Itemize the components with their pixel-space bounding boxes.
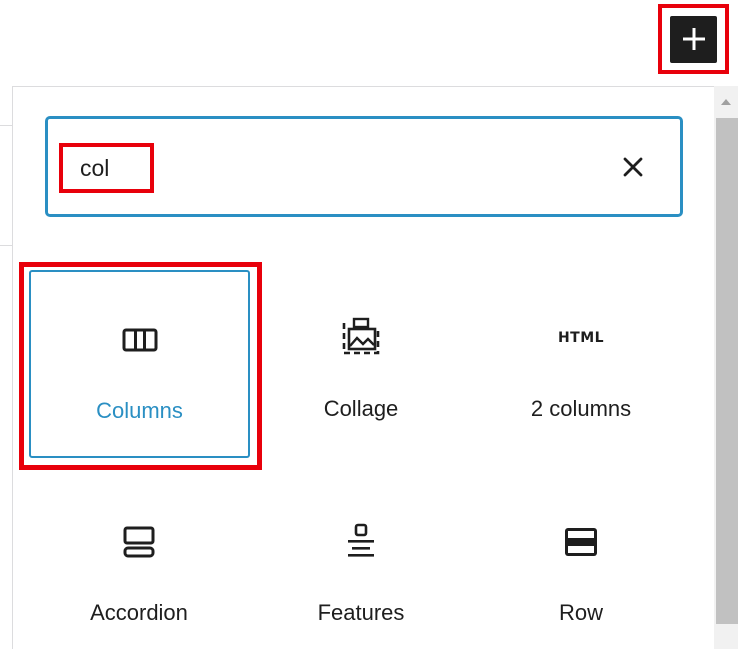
clear-search-button[interactable]: [616, 150, 650, 184]
add-block-button[interactable]: [670, 15, 717, 63]
scroll-up-arrow-icon[interactable]: [714, 92, 738, 112]
block-label: 2 columns: [530, 396, 632, 421]
block-label: Accordion: [90, 600, 188, 625]
close-icon: [623, 157, 643, 177]
search-text-highlight: [59, 143, 154, 193]
accordion-icon: [116, 519, 162, 565]
row-icon: [558, 519, 604, 565]
editor-divider: [0, 125, 12, 126]
block-accordion[interactable]: Accordion: [29, 474, 249, 660]
columns-highlight: [19, 262, 262, 470]
block-label: Features: [317, 600, 405, 625]
plus-icon: [682, 28, 705, 50]
editor-divider: [0, 245, 12, 246]
block-collage[interactable]: Collage: [251, 270, 471, 456]
html-icon: HTML: [557, 330, 605, 346]
block-label: Collage: [323, 396, 399, 421]
collage-icon: [338, 315, 384, 361]
block-label: Row: [558, 600, 603, 625]
block-row[interactable]: Row: [471, 474, 691, 660]
add-block-highlight: [658, 4, 729, 74]
block-features[interactable]: Features: [251, 474, 471, 660]
features-icon: [338, 519, 384, 565]
scrollbar-thumb[interactable]: [716, 118, 738, 624]
block-2-columns[interactable]: HTML 2 columns: [471, 270, 691, 456]
